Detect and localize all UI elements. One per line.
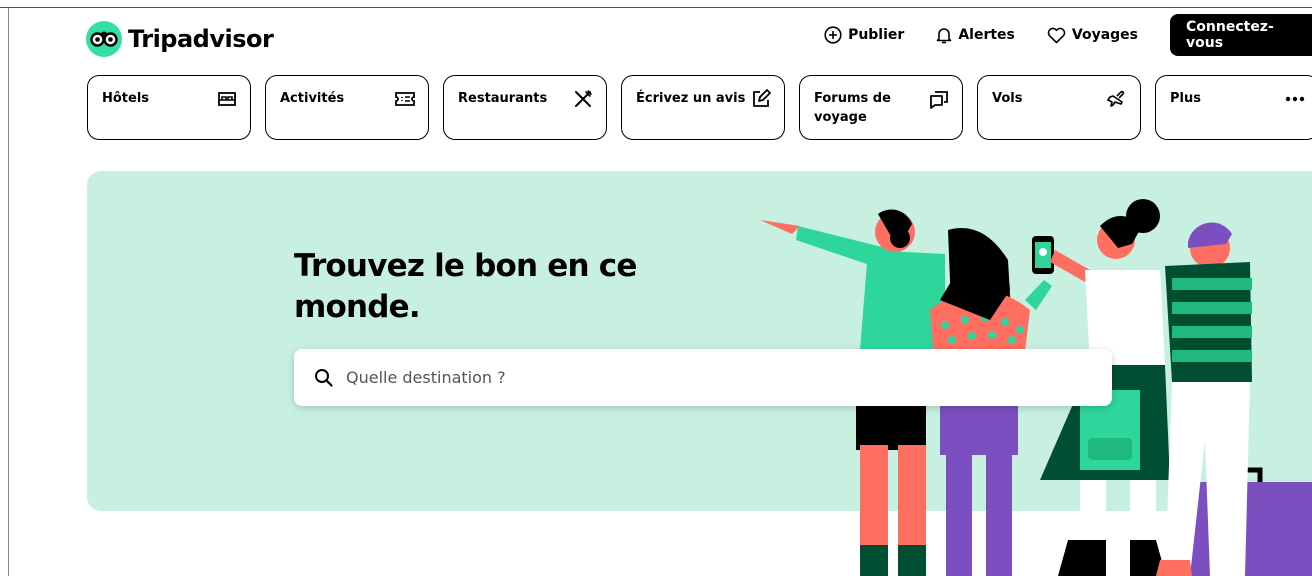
category-flights[interactable]: Vols [977, 75, 1141, 140]
category-label: Plus [1170, 91, 1201, 106]
site-header: Tripadvisor Publier Alertes Voyages Conn… [0, 9, 1312, 69]
login-button[interactable]: Connectez-vous [1170, 14, 1312, 56]
category-label: Écrivez un avis [636, 91, 746, 106]
category-restaurants[interactable]: Restaurants [443, 75, 607, 140]
chat-icon [928, 88, 950, 110]
category-travel-forums[interactable]: Forums de voyage [799, 75, 963, 140]
edit-icon [750, 88, 772, 110]
alerts-label: Alertes [958, 27, 1015, 43]
search-bar[interactable] [294, 349, 1112, 406]
alerts-button[interactable]: Alertes [936, 26, 1015, 44]
header-actions: Publier Alertes Voyages Connectez-vous [824, 14, 1312, 56]
bed-icon [216, 88, 238, 110]
plus-circle-icon [824, 26, 842, 44]
category-more[interactable]: Plus [1155, 75, 1312, 140]
heart-icon [1047, 27, 1066, 43]
search-input[interactable] [346, 368, 1046, 387]
category-hotels[interactable]: Hôtels [87, 75, 251, 140]
category-activities[interactable]: Activités [265, 75, 429, 140]
category-label: Forums de voyage [814, 91, 891, 125]
category-label: Hôtels [102, 91, 150, 106]
bell-icon [937, 28, 952, 44]
utensils-icon [572, 88, 594, 110]
category-label: Vols [992, 91, 1023, 106]
ticket-icon [394, 88, 416, 110]
more-icon [1284, 88, 1306, 110]
hero-title: Trouvez le bon en ce monde. [294, 248, 637, 325]
category-label: Restaurants [458, 91, 548, 106]
category-label: Activités [280, 91, 345, 106]
publish-label: Publier [848, 27, 905, 43]
window-top-edge [0, 0, 1312, 8]
category-nav: Hôtels Activités Restaurants Écrivez un … [87, 75, 1312, 140]
trips-label: Voyages [1071, 27, 1138, 43]
window-left-edge [8, 8, 9, 576]
search-icon [315, 368, 333, 387]
plane-icon [1106, 88, 1128, 110]
brand-name: Tripadvisor [128, 25, 274, 53]
publish-button[interactable]: Publier [824, 26, 904, 44]
tripadvisor-logo[interactable]: Tripadvisor [86, 21, 274, 57]
owl-logo-icon [86, 21, 122, 57]
trips-button[interactable]: Voyages [1047, 27, 1138, 44]
category-write-review[interactable]: Écrivez un avis [621, 75, 785, 140]
